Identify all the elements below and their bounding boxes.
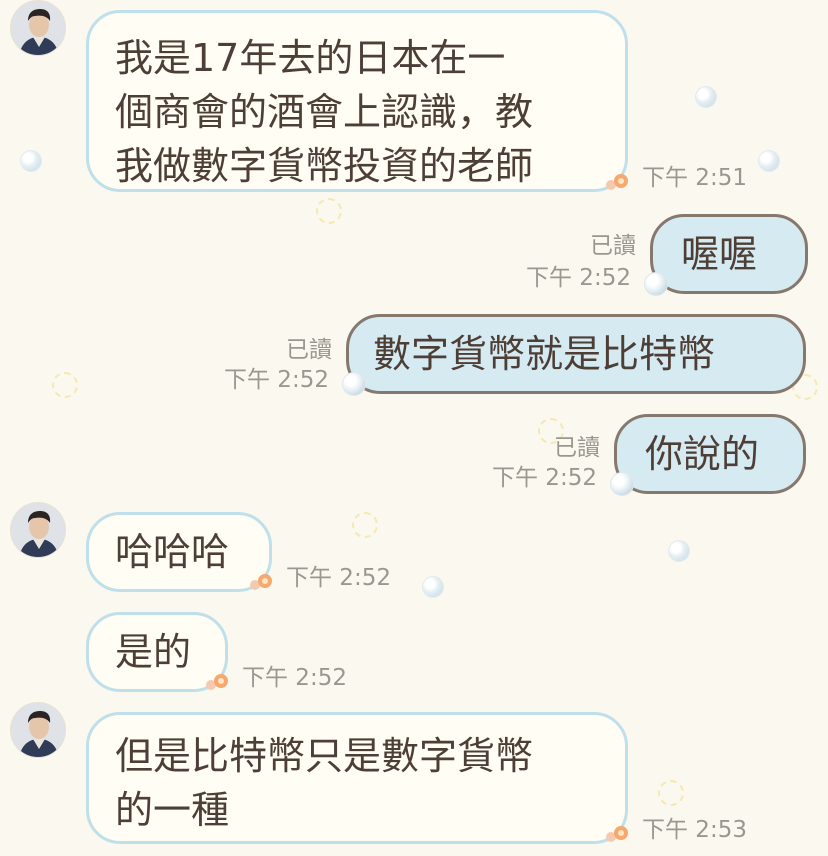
- message-text: 個商會的酒會上認識，教: [115, 90, 534, 134]
- background-bubble-icon: [422, 576, 444, 598]
- background-bubble-icon: [758, 150, 780, 172]
- bubble-ball-icon: [644, 272, 668, 296]
- message-time: 下午 2:52: [492, 465, 597, 491]
- bubble-ball-icon: [610, 472, 634, 496]
- avatar[interactable]: [10, 502, 66, 558]
- chat-thread: 我是17年去的日本在一 個商會的酒會上認識，教 我做數字貨幣投資的老師 下午 2…: [0, 0, 828, 856]
- message-time: 下午 2:53: [642, 817, 747, 843]
- message-text: 哈哈哈: [115, 530, 230, 574]
- message-time: 下午 2:52: [242, 665, 347, 691]
- message-bubble[interactable]: 數字貨幣就是比特幣: [346, 314, 806, 394]
- message-text: 的一種: [115, 788, 230, 832]
- message-time: 下午 2:52: [286, 565, 391, 591]
- message-text: 數字貨幣就是比特幣: [373, 332, 716, 376]
- background-bubble-icon: [20, 150, 42, 172]
- message-bubble[interactable]: 但是比特幣只是數字貨幣 的一種: [86, 712, 628, 844]
- message-text: 我做數字貨幣投資的老師: [115, 144, 534, 188]
- message-bubble[interactable]: 哈哈哈: [86, 512, 272, 592]
- background-ring-icon: [52, 372, 78, 398]
- read-receipt: 已讀: [286, 337, 332, 363]
- message-text: 是的: [115, 630, 192, 674]
- background-ring-icon: [316, 198, 342, 224]
- background-bubble-icon: [695, 86, 717, 108]
- avatar[interactable]: [10, 0, 66, 56]
- message-bubble[interactable]: 喔喔: [650, 214, 808, 294]
- message-bubble[interactable]: 我是17年去的日本在一 個商會的酒會上認識，教 我做數字貨幣投資的老師: [86, 10, 628, 192]
- message-text: 但是比特幣只是數字貨幣: [115, 734, 534, 778]
- message-text: 我是17年去的日本在一: [115, 36, 506, 80]
- background-ring-icon: [352, 512, 378, 538]
- flower-sticker-icon: [604, 172, 630, 192]
- message-text: 喔喔: [681, 232, 758, 276]
- message-time: 下午 2:52: [224, 367, 329, 393]
- read-receipt: 已讀: [590, 233, 636, 259]
- flower-sticker-icon: [204, 672, 230, 692]
- read-receipt: 已讀: [554, 435, 600, 461]
- avatar[interactable]: [10, 702, 66, 758]
- background-ring-icon: [658, 780, 684, 806]
- message-bubble[interactable]: 你說的: [614, 414, 806, 494]
- flower-sticker-icon: [248, 572, 274, 592]
- message-time: 下午 2:52: [526, 265, 631, 291]
- message-time: 下午 2:51: [642, 165, 747, 191]
- bubble-ball-icon: [342, 372, 366, 396]
- message-text: 你說的: [645, 432, 760, 476]
- flower-sticker-icon: [604, 824, 630, 844]
- background-bubble-icon: [668, 540, 690, 562]
